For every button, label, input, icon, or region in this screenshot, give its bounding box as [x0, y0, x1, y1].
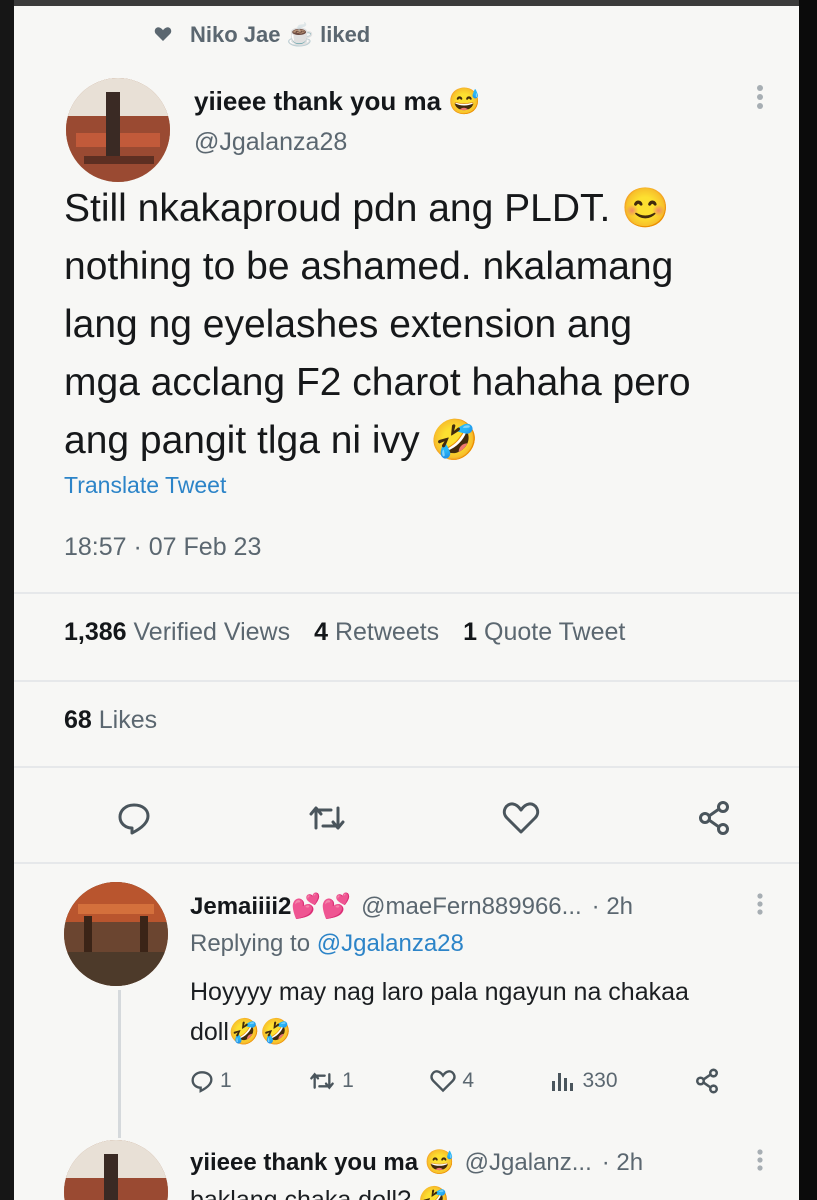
reply-line: Hoyyyy may nag laro pala ngayun na chaka… — [190, 978, 689, 1006]
more-options-icon[interactable] — [756, 84, 764, 115]
translate-tweet-link[interactable]: Translate Tweet — [64, 472, 226, 499]
views-label: Verified Views — [133, 618, 291, 646]
tweet-stats: 1,386 Verified Views 4 Retweets 1 Quote … — [64, 618, 625, 647]
reply2-avatar[interactable] — [64, 1140, 168, 1200]
reply2-header: yiieee thank you ma 😅 @Jgalanz... · 2h — [190, 1148, 643, 1177]
reply-like-count: 4 — [462, 1069, 474, 1092]
divider — [14, 592, 799, 594]
likes-count: 68 — [64, 706, 92, 734]
reply-like-action[interactable]: 4 — [430, 1068, 474, 1094]
reply2-text: baklang chaka doll? 🤣 — [190, 1186, 450, 1200]
device-bezel-left — [0, 0, 14, 1200]
tweet-actions — [114, 798, 734, 838]
reply-icon — [191, 1071, 213, 1093]
reply-count: 1 — [220, 1069, 232, 1092]
reply-text: Hoyyyy may nag laro pala ngayun na chaka… — [190, 972, 790, 1052]
more-options-icon[interactable] — [756, 1148, 764, 1177]
reply-icon[interactable] — [114, 798, 154, 838]
reply-views-count: 330 — [582, 1069, 618, 1092]
avatar[interactable] — [66, 78, 170, 182]
reply-handle[interactable]: @maeFern889966... — [361, 893, 582, 921]
views-stat[interactable]: 1,386 Verified Views — [64, 618, 290, 647]
reply-time: · 2h — [591, 893, 634, 920]
reply-views-action[interactable]: 330 — [550, 1068, 618, 1094]
retweets-stat[interactable]: 4 Retweets — [314, 618, 439, 647]
reply-retweet-action[interactable]: 1 — [308, 1068, 354, 1094]
reply-share-action[interactable] — [694, 1068, 720, 1094]
retweet-icon[interactable] — [307, 798, 347, 838]
divider — [14, 766, 799, 768]
replying-to: Replying to @Jgalanza28 — [190, 930, 464, 958]
top-edge — [14, 0, 799, 6]
share-icon — [695, 1068, 718, 1094]
liked-by-text[interactable]: Niko Jae ☕ liked — [190, 22, 370, 48]
views-count: 1,386 — [64, 618, 127, 646]
reply2-display-name[interactable]: yiieee thank you ma 😅 — [190, 1148, 455, 1177]
tweet-timestamp: 18:57 · 07 Feb 23 — [64, 533, 262, 561]
retweets-count: 4 — [314, 618, 328, 646]
tweet-line: ang pangit tlga ni ivy 🤣 — [64, 419, 479, 462]
quotes-label: Quote Tweet — [484, 618, 626, 646]
tweet-display-name[interactable]: yiieee thank you ma 😅 — [194, 86, 481, 117]
reply-line: doll🤣🤣 — [190, 1018, 292, 1046]
social-context: Niko Jae ☕ liked — [154, 22, 370, 48]
reply-avatar[interactable] — [64, 882, 168, 986]
reply-header: Jemaiiii2💕💕 @maeFern889966... · 2h — [190, 892, 633, 921]
tweet-text: Still nkakaproud pdn ang PLDT. 😊 nothing… — [64, 180, 764, 470]
tweet-line: mga acclang F2 charot hahaha pero — [64, 361, 691, 404]
reply-display-name[interactable]: Jemaiiii2💕💕 — [190, 892, 351, 921]
heart-icon — [430, 1070, 456, 1093]
phone-screen: Niko Jae ☕ liked yiieee thank you ma 😅 @… — [14, 0, 799, 1200]
reply2-time: · 2h — [601, 1149, 644, 1176]
tweet-handle[interactable]: @Jgalanza28 — [194, 128, 347, 157]
likes-label: Likes — [98, 706, 158, 734]
views-icon — [552, 1073, 574, 1091]
device-bezel-right — [799, 0, 817, 1200]
retweet-icon — [310, 1072, 334, 1090]
replying-handle[interactable]: @Jgalanza28 — [317, 930, 464, 957]
tweet-line: lang ng eyelashes extension ang — [64, 303, 633, 346]
divider — [14, 680, 799, 682]
share-icon[interactable] — [694, 798, 734, 838]
heart-icon[interactable] — [501, 798, 541, 838]
more-options-icon[interactable] — [756, 892, 764, 921]
reply-retweet-count: 1 — [342, 1069, 354, 1092]
divider — [14, 862, 799, 864]
quotes-count: 1 — [463, 618, 478, 646]
reply2-handle[interactable]: @Jgalanz... — [465, 1149, 592, 1177]
likes-stat[interactable]: 68 Likes — [64, 706, 157, 735]
tweet-line: Still nkakaproud pdn ang PLDT. 😊 — [64, 187, 670, 230]
reply-actions: 1 1 4 330 — [190, 1068, 720, 1094]
tweet-line: nothing to be ashamed. nkalamang — [64, 245, 674, 288]
replying-prefix: Replying to — [190, 930, 311, 957]
heart-filled-icon — [154, 22, 172, 48]
reply-reply-action[interactable]: 1 — [190, 1068, 232, 1094]
quotes-stat[interactable]: 1 Quote Tweet — [463, 618, 625, 647]
thread-line — [118, 990, 121, 1138]
retweets-label: Retweets — [334, 618, 440, 646]
